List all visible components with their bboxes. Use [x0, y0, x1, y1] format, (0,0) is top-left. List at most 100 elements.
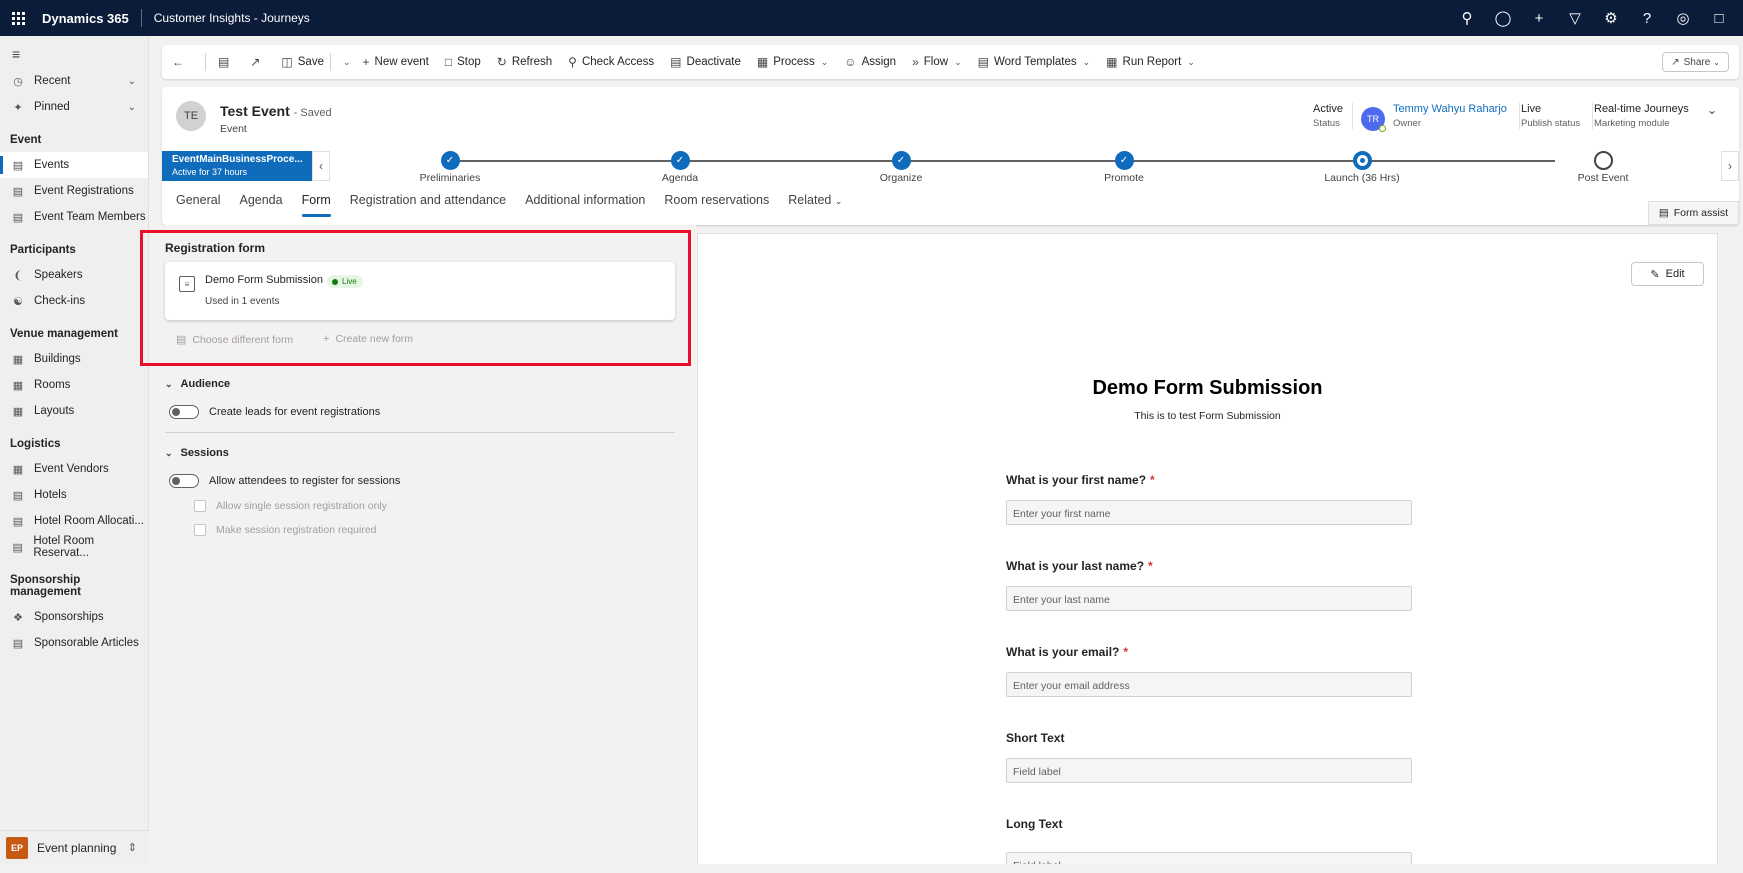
- sidebar-item-check-ins[interactable]: ☯ Check-ins: [0, 288, 148, 314]
- refresh-button[interactable]: ↻ Refresh: [497, 55, 552, 69]
- sidebar-item-speakers[interactable]: ❨ Speakers: [0, 262, 148, 288]
- tab-agenda[interactable]: Agenda: [239, 193, 282, 217]
- assign-button[interactable]: ☺ Assign: [844, 55, 896, 69]
- back-button[interactable]: ←: [172, 55, 189, 69]
- edit-label: Edit: [1665, 268, 1685, 280]
- bpf-next-button[interactable]: ›: [1721, 151, 1739, 181]
- save-options-button[interactable]: ⌄: [343, 57, 351, 68]
- process-button[interactable]: ▦ Process ⌄: [757, 55, 828, 69]
- sidebar-item-label: Layouts: [34, 405, 75, 417]
- copilot-icon[interactable]: ◎: [1665, 9, 1701, 27]
- area-label: Event planning: [37, 840, 117, 855]
- bpf-stage-active[interactable]: Launch (36 Hrs): [1302, 149, 1422, 184]
- hamburger-menu-icon[interactable]: ≡: [0, 36, 148, 68]
- settings-icon[interactable]: ⚙: [1593, 9, 1629, 27]
- session-registration-toggle[interactable]: [169, 474, 199, 488]
- email-input[interactable]: Enter your email address: [1006, 672, 1412, 697]
- sidebar-item-sponsorable-articles[interactable]: ▤ Sponsorable Articles: [0, 630, 148, 656]
- app-name[interactable]: Customer Insights - Journeys: [154, 11, 310, 25]
- check-access-icon: ⚲: [568, 55, 577, 69]
- sidebar-item-recent[interactable]: ◷ Recent ⌄: [0, 68, 148, 94]
- sidebar-item-sponsorships[interactable]: ❖ Sponsorships: [0, 604, 148, 630]
- owner-avatar[interactable]: TR: [1361, 107, 1386, 132]
- share-button[interactable]: ↗ Share ⌄: [1662, 52, 1729, 72]
- process-label: Process: [773, 56, 815, 68]
- command-bar: ← ▤ ↗ ◫ Save ⌄ + New event □ Stop ↻ Refresh …: [162, 45, 1739, 79]
- app-launcher-icon[interactable]: [0, 0, 36, 36]
- divider: [205, 53, 206, 71]
- filter-icon[interactable]: ▽: [1557, 9, 1593, 27]
- form-preview-pane: ✎ Edit Demo Form Submission This is to te…: [697, 233, 1718, 865]
- sidebar-item-events[interactable]: ▤ Events: [0, 152, 148, 178]
- tab-form[interactable]: Form: [301, 193, 331, 217]
- building-icon: ▦: [12, 405, 24, 418]
- form-tabs: General Agenda Form Registration and att…: [176, 193, 861, 217]
- sessions-section-header[interactable]: ⌄ Sessions: [165, 447, 229, 459]
- create-leads-toggle[interactable]: [169, 405, 199, 419]
- bpf-stage[interactable]: ✓ Agenda: [620, 149, 740, 184]
- help-icon[interactable]: ?: [1629, 10, 1665, 27]
- bpf-process-label[interactable]: EventMainBusinessProce... Active for 37 …: [162, 151, 312, 181]
- save-button[interactable]: ◫ Save: [281, 55, 324, 69]
- tab-related[interactable]: Related ⌄: [788, 193, 842, 217]
- stage-complete-check-icon: ✓: [670, 151, 690, 170]
- chat-icon[interactable]: □: [1701, 10, 1737, 27]
- owner-link[interactable]: Temmy Wahyu Raharjo: [1393, 103, 1507, 115]
- stage-complete-check-icon: ✓: [440, 151, 460, 170]
- tab-registration-and-attendance[interactable]: Registration and attendance: [350, 193, 506, 217]
- word-templates-button[interactable]: ▤ Word Templates ⌄: [978, 55, 1091, 69]
- sidebar-group-title: Participants: [10, 244, 76, 256]
- audience-section-header[interactable]: ⌄ Audience: [165, 378, 230, 390]
- open-new-window-button[interactable]: ↗: [250, 55, 265, 69]
- lightbulb-icon[interactable]: ◯: [1485, 9, 1521, 27]
- sidebar-item-event-vendors[interactable]: ▦ Event Vendors: [0, 456, 148, 482]
- tab-additional-information[interactable]: Additional information: [525, 193, 645, 217]
- area-switcher[interactable]: EP Event planning ⇕: [0, 830, 149, 864]
- sidebar-item-pinned[interactable]: ✦ Pinned ⌄: [0, 94, 148, 120]
- stop-button[interactable]: □ Stop: [445, 55, 481, 69]
- sidebar-item-hotel-room-reservations[interactable]: ▤ Hotel Room Reservat...: [0, 534, 148, 560]
- share-icon: ↗: [1671, 56, 1680, 68]
- header-expand-chevron-icon[interactable]: ⌄: [1707, 103, 1717, 117]
- run-report-button[interactable]: ▦ Run Report ⌄: [1106, 55, 1195, 69]
- new-event-label: New event: [374, 56, 429, 68]
- sidebar-item-event-registrations[interactable]: ▤ Event Registrations: [0, 178, 148, 204]
- people-icon: ☯: [13, 295, 23, 308]
- sidebar-item-buildings[interactable]: ▦ Buildings: [0, 346, 148, 372]
- bpf-stage[interactable]: ✓ Organize: [841, 149, 961, 184]
- building-icon: ▦: [12, 379, 24, 392]
- single-session-checkbox[interactable]: [194, 500, 206, 512]
- tab-general[interactable]: General: [176, 193, 220, 217]
- assign-label: Assign: [861, 56, 897, 68]
- form-view-button[interactable]: ▤: [218, 55, 234, 69]
- chevron-down-icon[interactable]: ⌄: [128, 102, 136, 113]
- form-assist-button[interactable]: ▤ Form assist: [1647, 201, 1739, 225]
- deactivate-button[interactable]: ▤ Deactivate: [670, 55, 741, 69]
- pencil-icon: ✎: [1650, 268, 1660, 281]
- sidebar-item-hotels[interactable]: ▤ Hotels: [0, 482, 148, 508]
- sidebar-item-event-team-members[interactable]: ▤ Event Team Members: [0, 204, 148, 230]
- plus-icon[interactable]: +: [1521, 10, 1557, 27]
- check-access-button[interactable]: ⚲ Check Access: [568, 55, 654, 69]
- sidebar-group-title: Event: [10, 134, 42, 146]
- edit-form-button[interactable]: ✎ Edit: [1631, 262, 1704, 286]
- bpf-stage[interactable]: ✓ Promote: [1064, 149, 1184, 184]
- sidebar-item-hotel-room-allocations[interactable]: ▤ Hotel Room Allocati...: [0, 508, 148, 534]
- search-icon[interactable]: ⚲: [1449, 9, 1485, 27]
- bpf-previous-button[interactable]: ‹: [312, 151, 330, 181]
- check-access-label: Check Access: [581, 56, 655, 68]
- sidebar-item-rooms[interactable]: ▦ Rooms: [0, 372, 148, 398]
- last-name-input[interactable]: Enter your last name: [1006, 586, 1412, 611]
- first-name-input[interactable]: Enter your first name: [1006, 500, 1412, 525]
- sidebar-item-layouts[interactable]: ▦ Layouts: [0, 398, 148, 424]
- session-required-checkbox[interactable]: [194, 524, 206, 536]
- sitemap-sidebar: ≡ ◷ Recent ⌄ ✦ Pinned ⌄ Event ▤ Events ▤…: [0, 36, 149, 864]
- new-event-button[interactable]: + New event: [363, 55, 429, 69]
- tab-room-reservations[interactable]: Room reservations: [664, 193, 769, 217]
- chevron-down-icon[interactable]: ⌄: [128, 76, 136, 87]
- brand-name[interactable]: Dynamics 365: [42, 11, 129, 26]
- bpf-stage[interactable]: Post Event: [1543, 149, 1663, 184]
- bpf-stage[interactable]: ✓ Preliminaries: [390, 149, 510, 184]
- short-text-input[interactable]: Field label: [1006, 758, 1412, 783]
- flow-button[interactable]: » Flow ⌄: [912, 55, 962, 69]
